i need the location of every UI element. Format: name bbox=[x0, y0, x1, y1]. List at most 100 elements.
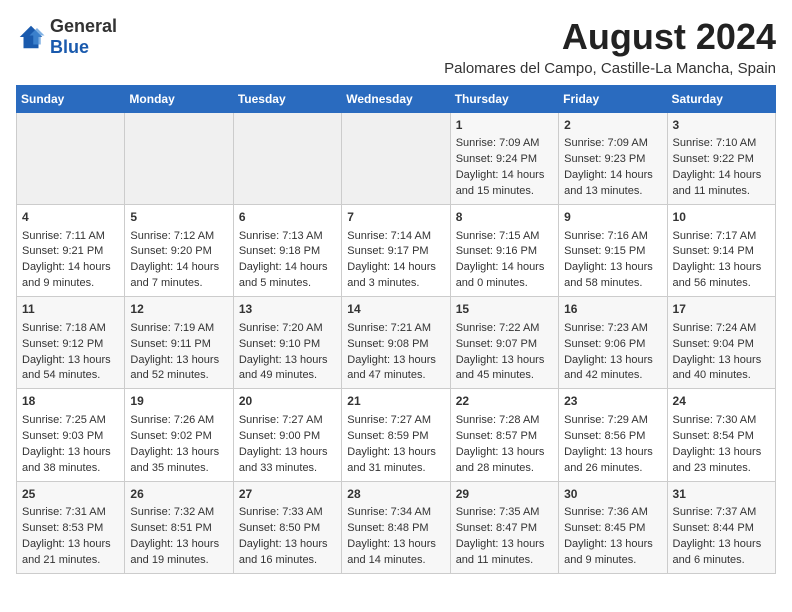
sunrise-label: Sunrise: 7:12 AM bbox=[130, 230, 214, 242]
day-number: 11 bbox=[22, 301, 119, 318]
calendar: SundayMondayTuesdayWednesdayThursdayFrid… bbox=[16, 85, 776, 574]
daylight-label: Daylight: 13 hours and 14 minutes. bbox=[347, 538, 436, 566]
day-number: 4 bbox=[22, 209, 119, 226]
week-row-1: 4Sunrise: 7:11 AMSunset: 9:21 PMDaylight… bbox=[17, 205, 776, 297]
sunrise-label: Sunrise: 7:26 AM bbox=[130, 414, 214, 426]
day-header-thursday: Thursday bbox=[450, 86, 558, 113]
sunrise-label: Sunrise: 7:37 AM bbox=[673, 506, 757, 518]
sunset-label: Sunset: 8:44 PM bbox=[673, 522, 754, 534]
sunset-label: Sunset: 8:56 PM bbox=[564, 430, 645, 442]
day-number: 8 bbox=[456, 209, 553, 226]
daylight-label: Daylight: 13 hours and 47 minutes. bbox=[347, 354, 436, 382]
daylight-label: Daylight: 13 hours and 54 minutes. bbox=[22, 354, 111, 382]
daylight-label: Daylight: 14 hours and 0 minutes. bbox=[456, 261, 545, 289]
daylight-label: Daylight: 13 hours and 21 minutes. bbox=[22, 538, 111, 566]
sunset-label: Sunset: 9:15 PM bbox=[564, 245, 645, 257]
daylight-label: Daylight: 13 hours and 23 minutes. bbox=[673, 446, 762, 474]
sunrise-label: Sunrise: 7:13 AM bbox=[239, 230, 323, 242]
sunset-label: Sunset: 9:07 PM bbox=[456, 338, 537, 350]
day-number: 16 bbox=[564, 301, 661, 318]
header: General Blue August 2024 Palomares del C… bbox=[16, 16, 776, 77]
calendar-cell: 15 Sunrise: 7:22 AM Sunset: 9:07 PM Dayligh… bbox=[450, 297, 558, 389]
sunset-label: Sunset: 9:06 PM bbox=[564, 338, 645, 350]
daylight-label: Daylight: 13 hours and 49 minutes. bbox=[239, 354, 328, 382]
day-number: 9 bbox=[564, 209, 661, 226]
calendar-cell: 22Sunrise: 7:28 AMSunset: 8:57 PMDayligh… bbox=[450, 389, 558, 481]
day-number: 3 bbox=[673, 117, 770, 134]
day-number: 22 bbox=[456, 393, 553, 410]
sunrise-label: Sunrise: 7:20 AM bbox=[239, 322, 323, 334]
calendar-cell: 7Sunrise: 7:14 AMSunset: 9:17 PMDaylight… bbox=[342, 205, 450, 297]
calendar-cell: 29 Sunrise: 7:35 AM Sunset: 8:47 PM Dayligh… bbox=[450, 481, 558, 573]
sunrise-label: Sunrise: 7:18 AM bbox=[22, 322, 106, 334]
day-number: 15 bbox=[456, 301, 553, 318]
sunset-label: Sunset: 9:14 PM bbox=[673, 245, 754, 257]
daylight-label: Daylight: 13 hours and 28 minutes. bbox=[456, 446, 545, 474]
calendar-cell: 26Sunrise: 7:32 AMSunset: 8:51 PMDayligh… bbox=[125, 481, 233, 573]
daylight-label: Daylight: 13 hours and 52 minutes. bbox=[130, 354, 219, 382]
day-number: 23 bbox=[564, 393, 661, 410]
day-header-wednesday: Wednesday bbox=[342, 86, 450, 113]
sunset-label: Sunset: 8:57 PM bbox=[456, 430, 537, 442]
daylight-label: Daylight: 13 hours and 56 minutes. bbox=[673, 261, 762, 289]
sunset-label: Sunset: 8:59 PM bbox=[347, 430, 428, 442]
calendar-cell: 6Sunrise: 7:13 AMSunset: 9:18 PMDaylight… bbox=[233, 205, 341, 297]
sunrise-label: Sunrise: 7:33 AM bbox=[239, 506, 323, 518]
daylight-label: Daylight: 14 hours and 11 minutes. bbox=[673, 169, 762, 197]
sunset-label: Sunset: 8:47 PM bbox=[456, 522, 537, 534]
sunset-label: Sunset: 9:11 PM bbox=[130, 338, 211, 350]
calendar-cell: 3Sunrise: 7:10 AMSunset: 9:22 PMDaylight… bbox=[667, 113, 775, 205]
sunset-label: Sunset: 8:48 PM bbox=[347, 522, 428, 534]
day-number: 26 bbox=[130, 486, 227, 503]
sunset-label: Sunset: 9:17 PM bbox=[347, 245, 428, 257]
sunrise-label: Sunrise: 7:25 AM bbox=[22, 414, 106, 426]
calendar-cell bbox=[17, 113, 125, 205]
sunrise-label: Sunrise: 7:11 AM bbox=[22, 230, 105, 242]
sunset-label: Sunset: 9:00 PM bbox=[239, 430, 320, 442]
calendar-cell: 8Sunrise: 7:15 AMSunset: 9:16 PMDaylight… bbox=[450, 205, 558, 297]
main-title: August 2024 bbox=[444, 16, 776, 58]
sunrise-label: Sunrise: 7:27 AM bbox=[347, 414, 431, 426]
daylight-label: Daylight: 13 hours and 9 minutes. bbox=[564, 538, 653, 566]
sunset-label: Sunset: 8:53 PM bbox=[22, 522, 103, 534]
calendar-cell bbox=[233, 113, 341, 205]
day-header-saturday: Saturday bbox=[667, 86, 775, 113]
day-number: 18 bbox=[22, 393, 119, 410]
daylight-label: Daylight: 13 hours and 45 minutes. bbox=[456, 354, 545, 382]
subtitle: Palomares del Campo, Castille-La Mancha,… bbox=[444, 60, 776, 77]
sunrise-label: Sunrise: 7:27 AM bbox=[239, 414, 323, 426]
day-header-sunday: Sunday bbox=[17, 86, 125, 113]
day-number: 29 bbox=[456, 486, 553, 503]
calendar-cell: 25Sunrise: 7:31 AMSunset: 8:53 PMDayligh… bbox=[17, 481, 125, 573]
daylight-label: Daylight: 13 hours and 11 minutes. bbox=[456, 538, 545, 566]
week-row-2: 11Sunrise: 7:18 AMSunset: 9:12 PMDayligh… bbox=[17, 297, 776, 389]
title-area: August 2024 Palomares del Campo, Castill… bbox=[444, 16, 776, 77]
calendar-body: 1Sunrise: 7:09 AMSunset: 9:24 PMDaylight… bbox=[17, 113, 776, 574]
sunrise-label: Sunrise: 7:14 AM bbox=[347, 230, 431, 242]
daylight-label: Daylight: 14 hours and 5 minutes. bbox=[239, 261, 328, 289]
calendar-cell: 16Sunrise: 7:23 AMSunset: 9:06 PMDayligh… bbox=[559, 297, 667, 389]
calendar-cell: 5Sunrise: 7:12 AMSunset: 9:20 PMDaylight… bbox=[125, 205, 233, 297]
day-number: 2 bbox=[564, 117, 661, 134]
sunset-label: Sunset: 9:22 PM bbox=[673, 153, 754, 165]
day-number: 31 bbox=[673, 486, 770, 503]
day-header-friday: Friday bbox=[559, 86, 667, 113]
day-number: 25 bbox=[22, 486, 119, 503]
calendar-cell: 28Sunrise: 7:34 AMSunset: 8:48 PMDayligh… bbox=[342, 481, 450, 573]
daylight-label: Daylight: 14 hours and 7 minutes. bbox=[130, 261, 219, 289]
sunrise-label: Sunrise: 7:22 AM bbox=[456, 322, 540, 334]
daylight-label: Daylight: 13 hours and 31 minutes. bbox=[347, 446, 436, 474]
calendar-cell: 23Sunrise: 7:29 AMSunset: 8:56 PMDayligh… bbox=[559, 389, 667, 481]
sunrise-label: Sunrise: 7:17 AM bbox=[673, 230, 757, 242]
calendar-cell: 2Sunrise: 7:09 AMSunset: 9:23 PMDaylight… bbox=[559, 113, 667, 205]
sunset-label: Sunset: 8:50 PM bbox=[239, 522, 320, 534]
sunset-label: Sunset: 9:23 PM bbox=[564, 153, 645, 165]
sunset-label: Sunset: 8:45 PM bbox=[564, 522, 645, 534]
day-number: 30 bbox=[564, 486, 661, 503]
sunrise-label: Sunrise: 7:35 AM bbox=[456, 506, 540, 518]
calendar-cell: 10Sunrise: 7:17 AMSunset: 9:14 PMDayligh… bbox=[667, 205, 775, 297]
daylight-label: Daylight: 14 hours and 13 minutes. bbox=[564, 169, 653, 197]
calendar-cell: 27Sunrise: 7:33 AMSunset: 8:50 PMDayligh… bbox=[233, 481, 341, 573]
day-number: 12 bbox=[130, 301, 227, 318]
sunset-label: Sunset: 8:54 PM bbox=[673, 430, 754, 442]
